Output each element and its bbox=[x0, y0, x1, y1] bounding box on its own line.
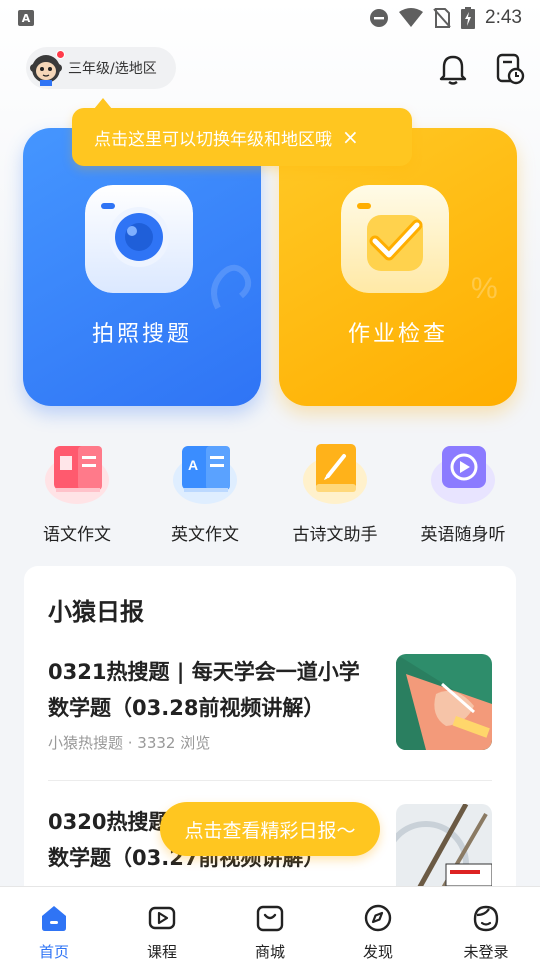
nav-profile[interactable]: 未登录 bbox=[432, 887, 540, 960]
tool-poetry-helper[interactable]: 古诗文助手 bbox=[270, 440, 400, 545]
history-icon[interactable] bbox=[495, 52, 525, 86]
notification-dot bbox=[56, 50, 65, 59]
book-icon bbox=[45, 446, 109, 504]
nav-label: 发现 bbox=[362, 943, 393, 960]
photo-search-label: 拍照搜题 bbox=[91, 322, 192, 347]
tool-english-listening[interactable]: 英语随身听 bbox=[398, 440, 528, 545]
brush-book-icon bbox=[303, 444, 367, 504]
avatar bbox=[28, 50, 65, 86]
bottom-navigation: 首页 课程 商城 发现 未登录 bbox=[0, 886, 540, 960]
news-section-title: 小猿日报 bbox=[48, 598, 144, 626]
play-icon bbox=[431, 446, 495, 504]
camera-icon bbox=[85, 185, 193, 293]
do-not-disturb-icon bbox=[370, 9, 389, 27]
home-icon bbox=[42, 906, 66, 931]
nav-discover[interactable]: 发现 bbox=[324, 887, 432, 960]
paperclip-decoration bbox=[211, 264, 252, 310]
homework-check-card[interactable]: % 作业检查 bbox=[279, 128, 517, 406]
grade-label: 三年级/选地区 bbox=[68, 61, 157, 77]
view-daily-button[interactable]: 点击查看精彩日报～ bbox=[160, 802, 380, 856]
grade-switch-tooltip: 点击这里可以切换年级和地区哦 × bbox=[72, 98, 412, 166]
nav-home[interactable]: 首页 bbox=[0, 887, 108, 960]
user-face-icon bbox=[473, 905, 499, 932]
nav-label: 商城 bbox=[254, 943, 285, 960]
photo-search-card[interactable]: 拍照搜题 bbox=[23, 128, 261, 406]
tool-label: 古诗文助手 bbox=[292, 525, 378, 545]
tool-english-essay[interactable]: A 英文作文 bbox=[140, 440, 270, 545]
tool-label: 英语随身听 bbox=[420, 525, 506, 545]
close-icon[interactable]: × bbox=[342, 125, 359, 149]
news-article[interactable]: 0321热搜题 | 每天学会一道小学数学题（03.28前视频讲解） 小猿热搜题 … bbox=[48, 654, 492, 753]
status-bar: A 2:43 bbox=[0, 0, 540, 36]
battery-charging-icon bbox=[461, 7, 476, 29]
svg-text:A: A bbox=[188, 457, 198, 473]
video-play-icon bbox=[148, 906, 176, 930]
tool-label: 语文作文 bbox=[43, 525, 111, 545]
svg-text:%: % bbox=[471, 272, 498, 305]
status-time: 2:43 bbox=[485, 7, 522, 28]
nav-label: 未登录 bbox=[463, 943, 509, 960]
nav-label: 首页 bbox=[38, 943, 69, 960]
nav-label: 课程 bbox=[146, 943, 177, 960]
no-sim-icon bbox=[433, 8, 451, 28]
nav-mall[interactable]: 商城 bbox=[216, 887, 324, 960]
homework-check-label: 作业检查 bbox=[347, 322, 448, 347]
shopping-bag-icon bbox=[256, 905, 284, 932]
quick-tools: 语文作文 A 英文作文 古诗文助手 英语随身听 bbox=[0, 440, 540, 550]
compass-icon bbox=[364, 904, 392, 932]
article-title: 0321热搜题 | 每天学会一道小学数学题（03.28前视频讲解） bbox=[48, 660, 360, 720]
nav-courses[interactable]: 课程 bbox=[108, 887, 216, 960]
tool-label: 英文作文 bbox=[171, 525, 239, 545]
checkmark-icon bbox=[341, 185, 449, 293]
percent-decoration: % bbox=[471, 272, 498, 305]
bell-icon[interactable] bbox=[438, 52, 468, 86]
dictionary-icon: A bbox=[173, 446, 237, 504]
tool-chinese-essay[interactable]: 语文作文 bbox=[12, 440, 142, 545]
grade-region-selector[interactable]: 三年级/选地区 bbox=[26, 47, 176, 89]
tooltip-text: 点击这里可以切换年级和地区哦 bbox=[94, 129, 332, 150]
article-thumbnail bbox=[396, 654, 492, 750]
app-notification-icon: A bbox=[18, 10, 34, 26]
divider bbox=[48, 780, 492, 781]
wifi-icon bbox=[399, 8, 424, 27]
